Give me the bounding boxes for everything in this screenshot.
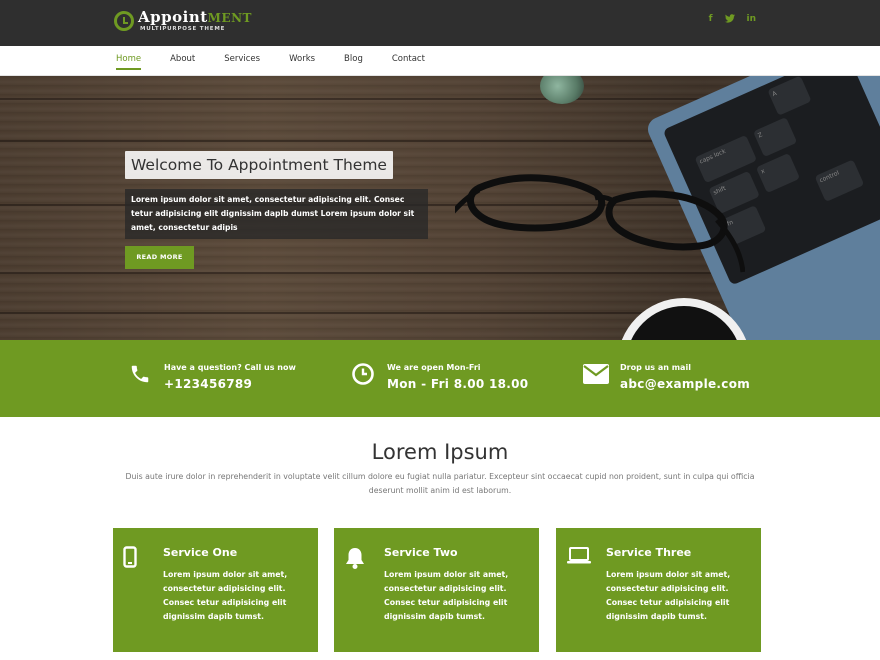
service-text: Lorem ipsum dolor sit amet, consectetur … [606,570,731,621]
keyboard-key: A [767,76,812,116]
info-item-hours: We are open Mon-Fri Mon - Fri 8.00 18.00 [349,360,528,391]
social-links: f in [709,14,756,26]
service-text: Lorem ipsum dolor sit amet, consectetur … [163,570,288,621]
hero-description: Lorem ipsum dolor sit amet, consectetur … [125,189,428,239]
logo-title: Appointment [138,10,252,25]
nav-list: Home About Services Works Blog Contact [116,54,454,70]
info-label: Drop us an mail [620,363,691,372]
hero-title: Welcome To Appointment Theme [125,151,393,179]
linkedin-icon[interactable]: in [747,14,757,26]
logo-subtitle: MULTIPURPOSE THEME [140,26,226,32]
clock-icon [349,360,377,388]
info-item-email: Drop us an mail abc@example.com [582,360,750,391]
nav-item-services[interactable]: Services [224,54,260,70]
laptop-icon [566,546,591,568]
top-header-bar: Appointment MULTIPURPOSE THEME f in [0,0,880,46]
section-subtitle: Duis aute irure dolor in reprehenderit i… [125,472,755,495]
info-label: We are open Mon-Fri [387,363,481,372]
keyboard-key: Z [752,116,798,158]
phone-icon [126,360,154,388]
service-card-one[interactable]: Service One Lorem ipsum dolor sit amet, … [113,528,318,652]
envelope-icon [582,360,610,388]
service-title: Service One [163,546,238,559]
hero-banner: A caps lock Z shift control fn x Welcome… [0,76,880,340]
keyboard-key: control [814,159,865,203]
logo-clock-icon [114,11,134,32]
service-card-three[interactable]: Service Three Lorem ipsum dolor sit amet… [556,528,761,652]
info-item-phone: Have a question? Call us now +123456789 [126,360,296,391]
service-title: Service Two [384,546,458,559]
bell-icon [344,546,364,569]
service-title: Service Three [606,546,692,559]
nav-item-blog[interactable]: Blog [344,54,363,70]
nav-item-works[interactable]: Works [289,54,315,70]
site-logo[interactable]: Appointment MULTIPURPOSE THEME [114,10,252,33]
twitter-icon[interactable] [724,14,735,26]
nav-item-contact[interactable]: Contact [392,54,425,70]
phone-number[interactable]: +123456789 [164,377,296,391]
keyboard-key: x [755,152,801,194]
logo-title-accent: ment [207,11,252,25]
email-address[interactable]: abc@example.com [620,377,750,391]
facebook-icon[interactable]: f [709,14,713,26]
service-card-two[interactable]: Service Two Lorem ipsum dolor sit amet, … [334,528,539,652]
contact-info-band: Have a question? Call us now +123456789 … [0,340,880,417]
nav-item-about[interactable]: About [170,54,195,70]
section-title: Lorem Ipsum [371,440,509,464]
service-text: Lorem ipsum dolor sit amet, consectetur … [384,570,509,621]
main-navigation: Home About Services Works Blog Contact [0,46,880,76]
info-label: Have a question? Call us now [164,363,296,372]
nav-item-home[interactable]: Home [116,54,142,70]
glasses-image [455,174,745,273]
read-more-button[interactable]: READ MORE [125,246,194,269]
logo-text: Appointment MULTIPURPOSE THEME [138,10,252,33]
mobile-icon [123,546,143,568]
opening-hours: Mon - Fri 8.00 18.00 [387,377,529,391]
logo-title-main: Appoint [138,8,208,26]
